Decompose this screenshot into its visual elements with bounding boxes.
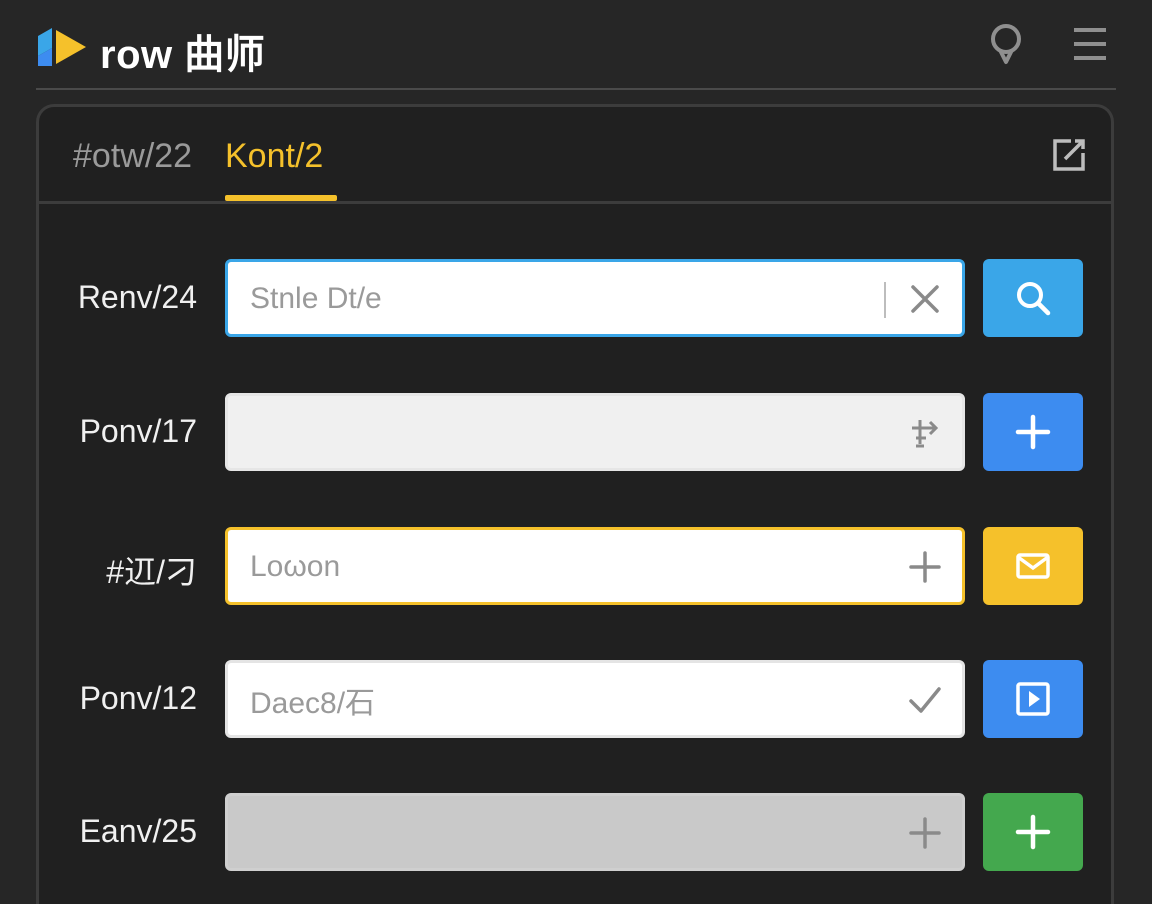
- transfer-icon[interactable]: [906, 414, 944, 452]
- form-panel: #otw/22 Kont/2 Renv/24 Ponv/17: [36, 104, 1114, 904]
- search-input[interactable]: [248, 276, 852, 322]
- disabled-field[interactable]: [225, 793, 965, 871]
- location-pin-icon[interactable]: [986, 22, 1026, 66]
- row-label: Ponv/17: [79, 413, 197, 449]
- search-button[interactable]: [983, 259, 1083, 337]
- mail-button[interactable]: [983, 527, 1083, 605]
- row-label: Eanv/25: [79, 813, 197, 849]
- play-button[interactable]: [983, 660, 1083, 738]
- active-tab-indicator: [225, 195, 337, 201]
- plus-icon[interactable]: [906, 814, 944, 852]
- header-divider: [36, 88, 1116, 90]
- add-green-button[interactable]: [983, 793, 1083, 871]
- check-icon[interactable]: [906, 681, 944, 719]
- date-field[interactable]: [225, 660, 965, 738]
- plus-icon[interactable]: [906, 548, 944, 586]
- top-bar: row 曲师: [0, 0, 1152, 90]
- envelope-icon: [1016, 553, 1050, 579]
- location-input[interactable]: [248, 544, 852, 590]
- location-field[interactable]: [225, 527, 965, 605]
- plus-icon: [1015, 814, 1051, 850]
- form-row-eanv: Eanv/25: [39, 793, 1111, 873]
- row-label: Ponv/12: [79, 680, 197, 716]
- input-divider: [884, 282, 886, 318]
- tab-otw[interactable]: #otw/22: [73, 137, 192, 176]
- hamburger-menu-icon[interactable]: [1070, 22, 1110, 66]
- search-field[interactable]: [225, 259, 965, 337]
- app-title: row 曲师: [100, 33, 266, 77]
- form-row-ponv12: Ponv/12: [39, 660, 1111, 740]
- external-edit-icon[interactable]: [1049, 135, 1089, 175]
- text-field[interactable]: [225, 393, 965, 471]
- play-square-icon: [1016, 682, 1050, 716]
- text-input[interactable]: [248, 410, 852, 456]
- row-label: Renv/24: [77, 279, 197, 315]
- form-row-renv: Renv/24: [39, 259, 1111, 339]
- search-icon: [1017, 282, 1051, 316]
- date-input[interactable]: [248, 677, 852, 723]
- form-row-ponv17: Ponv/17: [39, 393, 1111, 473]
- form-row-warn: #䢋/刁: [39, 527, 1111, 607]
- play-logo-icon: [38, 28, 86, 66]
- disabled-input[interactable]: [248, 810, 852, 856]
- clear-x-icon[interactable]: [906, 280, 944, 318]
- add-button[interactable]: [983, 393, 1083, 471]
- tab-kont[interactable]: Kont/2: [225, 137, 323, 176]
- plus-icon: [1015, 414, 1051, 450]
- tab-bar: #otw/22 Kont/2: [39, 107, 1111, 204]
- row-label: #䢋/刁: [106, 554, 197, 590]
